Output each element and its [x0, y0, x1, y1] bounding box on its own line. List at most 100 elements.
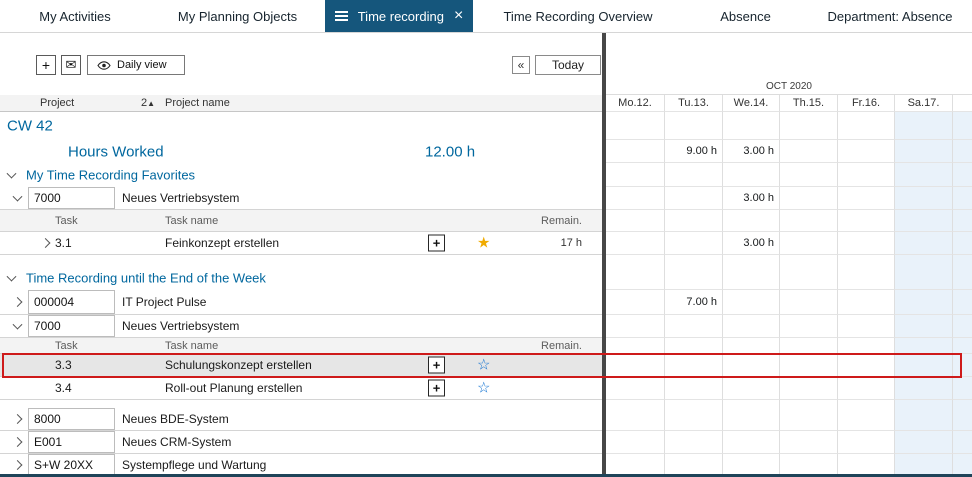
- day-cell[interactable]: [953, 377, 972, 400]
- day-cell[interactable]: [895, 187, 953, 210]
- day-cell[interactable]: [895, 408, 953, 431]
- day-cell[interactable]: [838, 290, 895, 315]
- day-cell[interactable]: 3.00 h: [723, 232, 780, 255]
- project-row[interactable]: 000004 IT Project Pulse 7.00 h: [0, 290, 972, 315]
- day-cell[interactable]: [723, 354, 780, 377]
- add-button[interactable]: +: [36, 55, 56, 75]
- task-name-cell[interactable]: Roll-out Planung erstellen: [165, 381, 302, 395]
- project-name-cell[interactable]: Neues Vertriebsystem: [122, 191, 239, 205]
- day-cell[interactable]: [838, 454, 895, 476]
- pane-splitter[interactable]: [602, 33, 606, 474]
- day-cell[interactable]: [665, 232, 723, 255]
- today-button[interactable]: Today: [535, 55, 601, 75]
- day-cell[interactable]: [780, 290, 838, 315]
- day-cell[interactable]: [838, 408, 895, 431]
- day-header-sa[interactable]: Sa.17.: [895, 95, 953, 112]
- day-cell[interactable]: [665, 315, 723, 338]
- project-id-cell[interactable]: 8000: [28, 408, 115, 430]
- task-row[interactable]: 3.4 Roll-out Planung erstellen + ☆: [0, 377, 972, 400]
- day-cell[interactable]: [895, 290, 953, 315]
- day-cell[interactable]: [665, 454, 723, 476]
- day-cell[interactable]: [895, 232, 953, 255]
- project-id-cell[interactable]: 000004: [28, 290, 115, 314]
- col-project-name[interactable]: Project name: [165, 97, 230, 109]
- col-project[interactable]: Project: [40, 97, 74, 109]
- day-cell[interactable]: [780, 187, 838, 210]
- project-row[interactable]: 7000 Neues Vertriebsystem: [0, 315, 972, 338]
- day-cell[interactable]: [953, 232, 972, 255]
- tab-my-activities[interactable]: My Activities: [0, 0, 150, 32]
- day-cell[interactable]: [723, 431, 780, 454]
- tab-absence[interactable]: Absence: [683, 0, 808, 32]
- expand-project-icon[interactable]: [13, 297, 23, 307]
- task-name-cell[interactable]: Feinkonzept erstellen: [165, 236, 279, 250]
- project-name-cell[interactable]: Neues Vertriebsystem: [122, 319, 239, 333]
- day-cell[interactable]: 3.00 h: [723, 140, 780, 163]
- day-cell[interactable]: [895, 354, 953, 377]
- day-cell[interactable]: [665, 377, 723, 400]
- day-header-th[interactable]: Th.15.: [780, 95, 838, 112]
- collapse-project-icon[interactable]: [13, 192, 23, 202]
- day-cell[interactable]: [780, 454, 838, 476]
- day-cell[interactable]: [953, 140, 972, 163]
- task-name-cell[interactable]: Schulungskonzept erstellen: [165, 358, 312, 372]
- project-name-cell[interactable]: Systempflege und Wartung: [122, 458, 266, 472]
- day-cell[interactable]: [665, 431, 723, 454]
- day-cell[interactable]: [665, 354, 723, 377]
- day-cell[interactable]: [606, 140, 665, 163]
- project-row[interactable]: E001 Neues CRM-System: [0, 431, 972, 454]
- project-name-cell[interactable]: IT Project Pulse: [122, 295, 206, 309]
- day-cell[interactable]: [606, 232, 665, 255]
- menu-icon[interactable]: [335, 11, 348, 21]
- tab-my-planning-objects[interactable]: My Planning Objects: [150, 0, 325, 32]
- project-name-cell[interactable]: Neues BDE-System: [122, 412, 229, 426]
- collapse-project-icon[interactable]: [13, 320, 23, 330]
- favorite-star-icon[interactable]: ★: [477, 236, 490, 251]
- day-cell[interactable]: [838, 431, 895, 454]
- day-cell[interactable]: [953, 187, 972, 210]
- day-cell[interactable]: [838, 232, 895, 255]
- day-cell[interactable]: [606, 290, 665, 315]
- day-header-we[interactable]: We.14.: [723, 95, 780, 112]
- day-cell[interactable]: [723, 454, 780, 476]
- day-header-tu[interactable]: Tu.13.: [665, 95, 723, 112]
- collapse-section-icon[interactable]: [7, 169, 17, 179]
- day-cell[interactable]: [780, 354, 838, 377]
- expand-task-icon[interactable]: [41, 238, 51, 248]
- day-cell[interactable]: [780, 315, 838, 338]
- tab-time-recording-overview[interactable]: Time Recording Overview: [473, 0, 683, 32]
- day-cell[interactable]: [780, 431, 838, 454]
- project-id-cell[interactable]: 7000: [28, 315, 115, 337]
- day-cell[interactable]: [606, 431, 665, 454]
- close-tab-icon[interactable]: ×: [454, 8, 463, 24]
- project-name-cell[interactable]: Neues CRM-System: [122, 435, 231, 449]
- collapse-section-icon[interactable]: [7, 271, 17, 281]
- view-mode-select[interactable]: Daily view: [87, 55, 185, 75]
- day-cell[interactable]: [665, 408, 723, 431]
- day-cell[interactable]: [606, 315, 665, 338]
- day-cell[interactable]: [606, 377, 665, 400]
- day-cell[interactable]: [723, 290, 780, 315]
- day-cell[interactable]: [838, 354, 895, 377]
- day-header-fr[interactable]: Fr.16.: [838, 95, 895, 112]
- day-cell[interactable]: [606, 187, 665, 210]
- previous-period-button[interactable]: «: [512, 56, 530, 74]
- day-cell[interactable]: [953, 315, 972, 338]
- day-cell[interactable]: [606, 454, 665, 476]
- add-entry-button[interactable]: +: [428, 380, 445, 397]
- day-cell[interactable]: [838, 315, 895, 338]
- add-entry-button[interactable]: +: [428, 357, 445, 374]
- add-entry-button[interactable]: +: [428, 235, 445, 252]
- day-cell[interactable]: 3.00 h: [723, 187, 780, 210]
- task-row-selected[interactable]: 3.3 Schulungskonzept erstellen + ☆: [0, 354, 972, 377]
- favorite-star-outline-icon[interactable]: ☆: [477, 358, 490, 373]
- day-cell[interactable]: [953, 454, 972, 476]
- day-cell[interactable]: [838, 140, 895, 163]
- day-cell[interactable]: [895, 431, 953, 454]
- day-cell[interactable]: [838, 377, 895, 400]
- day-cell[interactable]: 7.00 h: [665, 290, 723, 315]
- expand-project-icon[interactable]: [13, 437, 23, 447]
- favorite-star-outline-icon[interactable]: ☆: [477, 381, 490, 396]
- project-id-cell[interactable]: E001: [28, 431, 115, 453]
- tab-department-absence[interactable]: Department: Absence: [808, 0, 972, 32]
